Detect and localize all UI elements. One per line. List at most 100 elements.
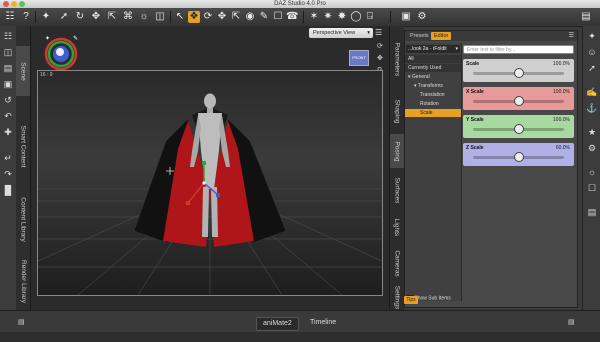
layout-icon[interactable]: ▤ — [580, 11, 592, 23]
figure-icon[interactable]: ☺ — [586, 46, 598, 58]
tab-smart-content[interactable]: Smart Content — [16, 106, 30, 186]
panel-menu-icon[interactable]: ☰ — [569, 32, 574, 39]
param-slider[interactable]: Scale 100.0% — [463, 59, 574, 82]
tab-lights[interactable]: Lights — [390, 212, 404, 242]
help-icon[interactable]: ? — [20, 11, 32, 23]
tree-item[interactable]: Rotation — [405, 100, 461, 108]
svg-text:✎: ✎ — [73, 35, 78, 42]
save-icon[interactable]: ▣ — [2, 78, 14, 90]
import-icon[interactable]: ↵ — [2, 152, 14, 164]
distant-light-icon[interactable]: ✷ — [322, 11, 334, 23]
camera-tool-icon[interactable]: ☐ — [586, 182, 598, 194]
rotate-view-icon[interactable]: ⟳ — [202, 11, 214, 23]
undo-icon[interactable]: ↶ — [2, 110, 14, 122]
joint-tool-icon[interactable]: ⚓ — [586, 102, 598, 114]
geometry-tool-icon[interactable]: ◫ — [154, 11, 166, 23]
tab-scene[interactable]: Scene — [16, 46, 30, 96]
node-selector-dropdown[interactable]: ...look 2a - rFoldit ▾ — [406, 45, 460, 53]
tab-shaping[interactable]: Shaping — [390, 92, 404, 130]
camera-select-button[interactable]: Perspective View ▾ — [309, 28, 373, 38]
slider-knob[interactable] — [513, 124, 524, 134]
viewport[interactable]: ✦ ✎ Perspective View ▾ ☰ FRONT ⟳ ✥ ⚲ ↕ 1… — [31, 26, 389, 310]
move-view-icon[interactable]: ✥ — [216, 11, 228, 23]
param-value[interactable]: 100.0% — [553, 117, 570, 123]
tab-lights-label: Lights — [393, 218, 401, 236]
tab-editor[interactable]: Editor — [431, 32, 452, 40]
active-pose-icon[interactable]: ✦ — [586, 30, 598, 42]
param-slider[interactable]: Y Scale 100.0% — [463, 115, 574, 138]
slider-knob[interactable] — [513, 152, 524, 162]
tab-posing[interactable]: Posing — [390, 134, 404, 168]
pan-icon[interactable]: ✥ — [377, 54, 383, 62]
active-pose-tool-icon[interactable]: ❖ — [188, 11, 200, 23]
bottom-tab[interactable]: Timeline — [304, 317, 342, 329]
tab-content-library[interactable]: Content Library — [16, 188, 30, 250]
tree-item[interactable]: Scale — [405, 109, 461, 117]
tips-button[interactable]: Tips — [404, 296, 418, 304]
node-select-icon[interactable]: ↖ — [174, 11, 186, 23]
translate-tool-icon[interactable]: ✥ — [90, 11, 102, 23]
tab-cameras[interactable]: Cameras — [390, 244, 404, 282]
point-light-icon[interactable]: ✸ — [336, 11, 348, 23]
library-icon[interactable]: █ — [2, 184, 14, 196]
tab-render-library[interactable]: Render Library — [16, 252, 30, 310]
ik-chain-icon[interactable]: ➚ — [586, 62, 598, 74]
export-icon[interactable]: ↷ — [2, 168, 14, 180]
scene-figure[interactable] — [38, 71, 382, 295]
posing-panel: Presets Editor ☰ ...look 2a - rFoldit ▾ … — [404, 30, 578, 308]
merge-icon[interactable]: ▤ — [2, 62, 14, 74]
redo-icon[interactable]: ✚ — [2, 126, 14, 138]
surface-tool-icon[interactable]: ⚙ — [586, 142, 598, 154]
slider-knob[interactable] — [513, 96, 524, 106]
tree-item[interactable]: All — [405, 55, 461, 63]
tree-item[interactable]: Currently Used — [405, 64, 461, 72]
viewport-gizmo-icon[interactable]: ✦ ✎ — [43, 34, 81, 74]
tab-surfaces[interactable]: Surfaces — [390, 170, 404, 210]
param-value[interactable]: 60.0% — [556, 145, 570, 151]
new-file-icon[interactable]: ☷ — [4, 11, 16, 23]
bottom-tab[interactable]: aniMate2 — [256, 317, 299, 331]
param-label: X Scale — [466, 89, 484, 95]
spotlight-icon[interactable]: ✶ — [308, 11, 320, 23]
new-scene-icon[interactable]: ☷ — [2, 30, 14, 42]
scene-render-area[interactable]: 16 : 9 — [37, 70, 383, 296]
light-tool-icon[interactable]: ☼ — [586, 166, 598, 178]
param-value[interactable]: 100.0% — [553, 89, 570, 95]
param-slider[interactable]: Z Scale 60.0% — [463, 143, 574, 166]
param-slider[interactable]: X Scale 100.0% — [463, 87, 574, 110]
bottom-pane-options-icon[interactable]: ▤ — [568, 318, 575, 326]
region-navigator-icon[interactable]: ✎ — [258, 11, 270, 23]
save-as-icon[interactable]: ↺ — [2, 94, 14, 106]
tree-item[interactable]: ▾ General — [405, 73, 461, 81]
tree-item[interactable]: ▾ Transforms — [405, 82, 461, 90]
rotate-tool-icon[interactable]: ↻ — [74, 11, 86, 23]
universal-tool-icon[interactable]: ➚ — [58, 11, 70, 23]
tab-parameters[interactable]: Parameters — [390, 34, 404, 84]
tab-settings[interactable]: Settings — [390, 284, 404, 310]
slider-knob[interactable] — [513, 68, 524, 78]
camera-icon[interactable]: ☐ — [272, 11, 284, 23]
orbit-icon[interactable]: ⟳ — [377, 42, 383, 50]
light-tool-icon[interactable]: ☼ — [138, 11, 150, 23]
scale-tool-icon[interactable]: ⇱ — [106, 11, 118, 23]
render-settings-icon[interactable]: ⚙ — [416, 11, 428, 23]
hierarchy-icon[interactable]: ⍈ — [364, 11, 376, 23]
filter-input[interactable]: Enter text to filter by... — [463, 45, 574, 54]
left-pane-options-icon[interactable]: ▤ — [18, 318, 25, 326]
render-icon[interactable]: ▣ — [400, 11, 412, 23]
primitive-icon[interactable]: ◯ — [350, 11, 362, 23]
tab-presets[interactable]: Presets — [407, 32, 432, 40]
joint-editor-icon[interactable]: ⌘ — [122, 11, 134, 23]
open-icon[interactable]: ◫ — [2, 46, 14, 58]
pose-tool-icon[interactable]: ✍ — [586, 86, 598, 98]
morph-tool-icon[interactable]: ★ — [586, 126, 598, 138]
param-value[interactable]: 100.0% — [553, 61, 570, 67]
view-cube-icon[interactable]: FRONT — [349, 50, 369, 66]
pointer-icon[interactable]: ✦ — [40, 11, 52, 23]
content-icon[interactable]: ☎ — [286, 11, 298, 23]
tree-item[interactable]: Translation — [405, 91, 461, 99]
surface-select-icon[interactable]: ◉ — [244, 11, 256, 23]
scale-view-icon[interactable]: ⇱ — [230, 11, 242, 23]
layers-icon[interactable]: ▤ — [586, 206, 598, 218]
viewport-menu-icon[interactable]: ☰ — [375, 28, 382, 37]
